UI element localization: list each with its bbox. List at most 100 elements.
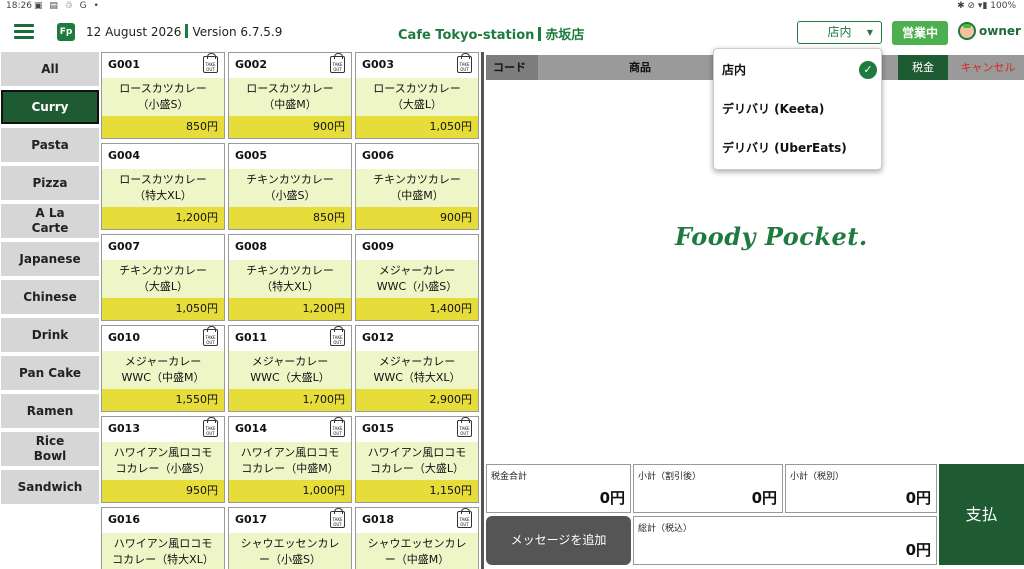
product-price: 1,550円 xyxy=(102,389,224,411)
product-name-line: （大盛L） xyxy=(137,280,189,293)
product-name-line: ロースカツカレー xyxy=(119,82,207,95)
dining-mode-select[interactable]: 店内 ▼ xyxy=(797,21,882,44)
category-pan-cake[interactable]: Pan Cake xyxy=(1,356,99,390)
takeout-bag-icon: TAKE OUT xyxy=(203,53,218,73)
dining-mode-option[interactable]: 店内 ✓ xyxy=(722,59,877,81)
product-price: 1,700円 xyxy=(229,389,351,411)
product-name-line: コカレー（中盛M） xyxy=(241,462,339,475)
product-name-line: チキンカツカレー xyxy=(119,264,207,277)
user-menu[interactable]: owner xyxy=(958,22,1021,42)
category-sidebar: All Curry Pasta Pizza A La Carte Japanese Chin… xyxy=(0,52,100,508)
app-header: Fp 12 August 2026 Version 6.7.5.9 Cafe To… xyxy=(0,14,1024,50)
category-rice-bowl[interactable]: Rice Bowl xyxy=(1,432,99,466)
product-name-line: （小盛S） xyxy=(137,98,189,111)
product-card-g001[interactable]: G001 TAKE OUT ロースカツカレー （小盛S） 850円 xyxy=(101,52,225,139)
column-code: コード xyxy=(486,55,538,80)
product-name: メジャーカレー WWC（特大XL） xyxy=(356,351,478,389)
takeout-bag-icon: TAKE OUT xyxy=(330,326,345,346)
menu-icon[interactable] xyxy=(14,24,34,40)
category-ramen[interactable]: Ramen xyxy=(1,394,99,428)
product-name: チキンカツカレー （小盛S） xyxy=(229,169,351,207)
product-name: ロースカツカレー （小盛S） xyxy=(102,78,224,116)
product-name-line: （大盛L） xyxy=(391,98,443,111)
product-card-g012[interactable]: G012 メジャーカレー WWC（特大XL） 2,900円 xyxy=(355,325,479,412)
category-sandwich[interactable]: Sandwich xyxy=(1,470,99,504)
header-date-version: 12 August 2026 Version 6.7.5.9 xyxy=(86,24,282,39)
product-card-g011[interactable]: G011 TAKE OUT メジャーカレー WWC（大盛L） 1,700円 xyxy=(228,325,352,412)
category-all[interactable]: All xyxy=(1,52,99,86)
product-name: シャウエッセンカレ ー（中盛M） xyxy=(356,533,478,569)
product-card-g018[interactable]: G018 TAKE OUT シャウエッセンカレ ー（中盛M） xyxy=(355,507,479,569)
category-japanese[interactable]: Japanese xyxy=(1,242,99,276)
product-price: 900円 xyxy=(356,207,478,229)
product-card-g017[interactable]: G017 TAKE OUT シャウエッセンカレ ー（小盛S） xyxy=(228,507,352,569)
product-code: G012 xyxy=(362,331,394,344)
product-card-g005[interactable]: G005 チキンカツカレー （小盛S） 850円 xyxy=(228,143,352,230)
product-name-line: WWC（特大XL） xyxy=(373,371,461,384)
add-message-button[interactable]: メッセージを追加 xyxy=(486,516,631,565)
product-code: G018 xyxy=(362,513,394,526)
product-price: 1,400円 xyxy=(356,298,478,320)
product-name-line: ー（小盛S） xyxy=(259,553,321,566)
takeout-bag-icon: TAKE OUT xyxy=(330,508,345,528)
category-pizza[interactable]: Pizza xyxy=(1,166,99,200)
takeout-bag-icon: TAKE OUT xyxy=(457,53,472,73)
product-card-g007[interactable]: G007 チキンカツカレー （大盛L） 1,050円 xyxy=(101,234,225,321)
product-code: G017 xyxy=(235,513,267,526)
product-name: ハワイアン風ロコモ コカレー（中盛M） xyxy=(229,442,351,480)
product-card-g003[interactable]: G003 TAKE OUT ロースカツカレー （大盛L） 1,050円 xyxy=(355,52,479,139)
foody-pocket-logo: Foody Pocket. xyxy=(675,222,868,251)
product-card-g009[interactable]: G009 メジャーカレー WWC（小盛S） 1,400円 xyxy=(355,234,479,321)
product-card-g016[interactable]: G016 ハワイアン風ロコモ コカレー（特大XL） xyxy=(101,507,225,569)
product-name-line: シャウエッセンカレ xyxy=(240,537,340,550)
takeout-bag-icon: TAKE OUT xyxy=(457,417,472,437)
product-name-line: WWC（小盛S） xyxy=(376,280,458,293)
product-name-line: コカレー（大盛L） xyxy=(369,462,465,475)
product-name: チキンカツカレー （中盛M） xyxy=(356,169,478,207)
category-chinese[interactable]: Chinese xyxy=(1,280,99,314)
product-card-g010[interactable]: G010 TAKE OUT メジャーカレー WWC（中盛M） 1,550円 xyxy=(101,325,225,412)
tax-total-value: 0円 xyxy=(599,489,625,507)
category-curry[interactable]: Curry xyxy=(1,90,99,124)
product-card-g014[interactable]: G014 TAKE OUT ハワイアン風ロコモ コカレー（中盛M） 1,000円 xyxy=(228,416,352,503)
product-name-line: ー（中盛M） xyxy=(384,553,450,566)
pay-button[interactable]: 支払 xyxy=(939,464,1024,565)
product-price: 1,200円 xyxy=(229,298,351,320)
product-name-line: メジャーカレー xyxy=(378,355,456,368)
product-card-g015[interactable]: G015 TAKE OUT ハワイアン風ロコモ コカレー（大盛L） 1,150円 xyxy=(355,416,479,503)
product-card-g008[interactable]: G008 チキンカツカレー （特大XL） 1,200円 xyxy=(228,234,352,321)
product-card-g013[interactable]: G013 TAKE OUT ハワイアン風ロコモ コカレー（小盛S） 950円 xyxy=(101,416,225,503)
category-a-la-carte[interactable]: A La Carte xyxy=(1,204,99,238)
category-pasta[interactable]: Pasta xyxy=(1,128,99,162)
product-name: ロースカツカレー （特大XL） xyxy=(102,169,224,207)
product-card-g006[interactable]: G006 チキンカツカレー （中盛M） 900円 xyxy=(355,143,479,230)
product-name-line: コカレー（小盛S） xyxy=(115,462,211,475)
tax-button[interactable]: 税金 xyxy=(898,55,948,80)
product-price: 850円 xyxy=(102,116,224,138)
product-name-line: チキンカツカレー xyxy=(373,173,461,186)
dining-mode-option-label: 店内 xyxy=(722,63,747,77)
product-card-g004[interactable]: G004 ロースカツカレー （特大XL） 1,200円 xyxy=(101,143,225,230)
product-name-line: （特大XL） xyxy=(261,280,319,293)
product-name-line: WWC（中盛M） xyxy=(121,371,205,384)
product-card-g002[interactable]: G002 TAKE OUT ロースカツカレー （中盛M） 900円 xyxy=(228,52,352,139)
product-code: G004 xyxy=(108,149,140,162)
product-code: G002 xyxy=(235,58,267,71)
product-code: G001 xyxy=(108,58,140,71)
product-name: シャウエッセンカレ ー（小盛S） xyxy=(229,533,351,569)
category-drink[interactable]: Drink xyxy=(1,318,99,352)
product-code: G010 xyxy=(108,331,140,344)
cancel-button[interactable]: キャンセル xyxy=(952,55,1024,80)
business-open-button[interactable]: 営業中 xyxy=(892,21,948,45)
product-name-line: ハワイアン風ロコモ xyxy=(113,537,213,550)
dining-mode-option[interactable]: デリバリ (Keeta) xyxy=(722,98,877,120)
subtotal-ex-tax-label: 小計（税別） xyxy=(790,472,845,482)
dining-mode-option[interactable]: デリバリ (UberEats) xyxy=(722,137,877,159)
status-time: 18:26 xyxy=(6,1,32,11)
product-price: 900円 xyxy=(229,116,351,138)
product-name-line: メジャーカレー xyxy=(124,355,202,368)
notification-icons: ▣ ▤ ♲ G • xyxy=(34,1,101,11)
header-version: Version 6.7.5.9 xyxy=(192,25,283,39)
product-price: 950円 xyxy=(102,480,224,502)
panel-divider xyxy=(481,52,484,569)
